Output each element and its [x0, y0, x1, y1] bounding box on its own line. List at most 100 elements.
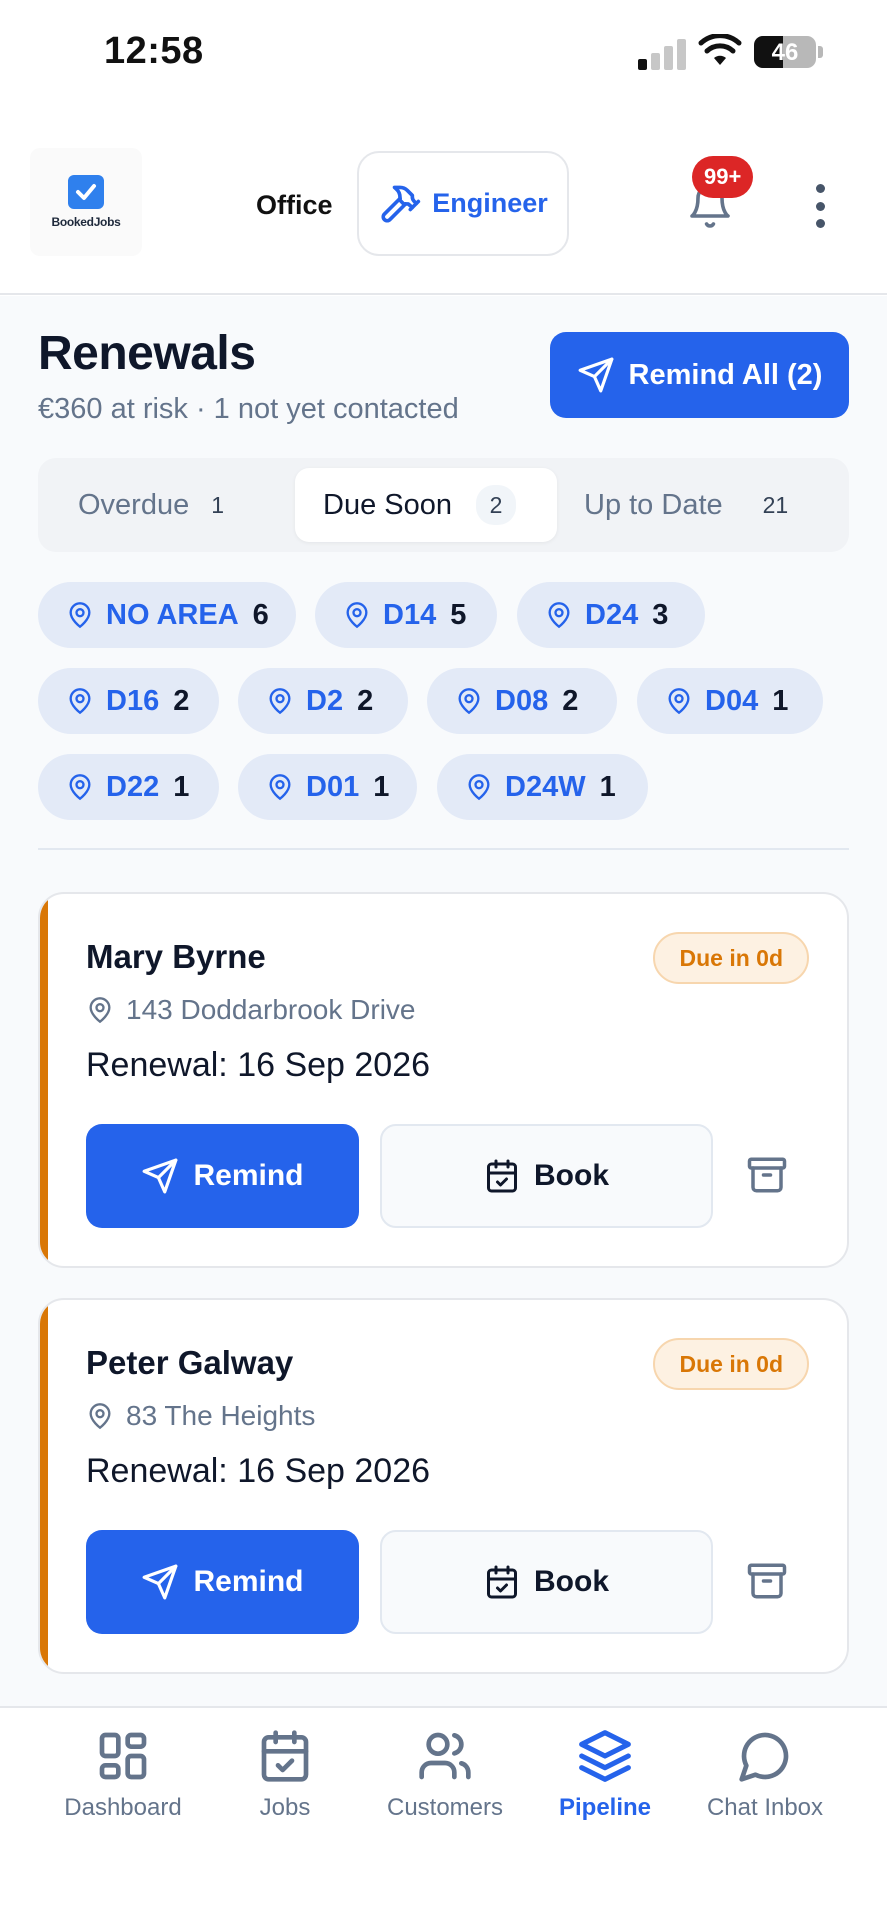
area-chip-d01[interactable]: D01 1: [238, 754, 417, 820]
area-label: NO AREA: [106, 598, 239, 631]
area-chip-d08[interactable]: D08 2: [427, 668, 617, 734]
renewal-card[interactable]: Peter Galway Due in 0d 83 The Heights Re…: [38, 1298, 849, 1674]
map-pin-icon: [269, 774, 291, 801]
mode-engineer-toggle[interactable]: Engineer: [357, 151, 569, 256]
map-pin-icon: [69, 774, 91, 801]
customer-name: Mary Byrne: [86, 938, 266, 975]
book-button[interactable]: Book: [380, 1530, 713, 1634]
status-time: 12:58: [104, 30, 204, 72]
area-chip-d22[interactable]: D22 1: [38, 754, 219, 820]
main-content: Renewals €360 at risk · 1 not yet contac…: [0, 296, 887, 1706]
remind-button[interactable]: Remind: [86, 1124, 359, 1228]
remind-all-label: Remind All (2): [628, 358, 823, 391]
battery-icon: 46: [754, 36, 816, 68]
send-icon: [143, 1564, 178, 1600]
nav-pipeline[interactable]: Pipeline: [525, 1728, 685, 1822]
calendar-check-icon: [487, 1159, 517, 1193]
nav-customers[interactable]: Customers: [365, 1728, 525, 1822]
nav-dashboard[interactable]: Dashboard: [43, 1728, 203, 1822]
tab-count: 2: [476, 485, 516, 525]
area-chip-d04[interactable]: D04 1: [637, 668, 823, 734]
area-count: 1: [173, 770, 190, 803]
remind-label: Remind: [193, 1565, 304, 1598]
area-label: D24W: [505, 770, 586, 803]
book-label: Book: [534, 1565, 609, 1598]
remind-button[interactable]: Remind: [86, 1530, 359, 1634]
customer-name: Peter Galway: [86, 1344, 294, 1381]
layers-icon: [579, 1730, 631, 1782]
bottom-nav: Dashboard Jobs Customers Pipeline Chat I…: [0, 1706, 887, 1920]
battery-tip: [818, 46, 823, 58]
mode-engineer-label: Engineer: [432, 188, 548, 218]
tab-label: Due Soon: [323, 488, 452, 521]
book-label: Book: [534, 1159, 609, 1192]
tab-up-to-date[interactable]: Up to Date 21: [584, 468, 788, 542]
map-pin-icon: [458, 688, 480, 715]
tab-count: 21: [762, 491, 789, 518]
area-chip-d14[interactable]: D14 5: [315, 582, 497, 648]
map-pin-icon: [468, 774, 490, 801]
page-title: Renewals: [38, 327, 256, 380]
map-pin-icon: [668, 688, 690, 715]
map-pin-icon: [69, 602, 91, 629]
nav-label: Pipeline: [558, 1794, 652, 1821]
customer-address: 143 Doddarbrook Drive: [86, 994, 416, 1026]
tab-label: Overdue: [78, 488, 190, 521]
map-pin-icon: [69, 688, 91, 715]
cellular-signal-icon: [638, 38, 686, 70]
due-badge: Due in 0d: [653, 932, 809, 984]
area-count: 3: [652, 598, 669, 631]
nav-label: Jobs: [259, 1794, 311, 1821]
due-badge: Due in 0d: [653, 1338, 809, 1390]
logo-text: BookedJobs: [51, 215, 121, 229]
address-text: 83 The Heights: [126, 1400, 316, 1431]
nav-label: Customers: [386, 1794, 504, 1821]
mode-office-toggle[interactable]: Office: [256, 190, 333, 221]
app-header: BookedJobs Office Engineer 99+: [0, 110, 887, 295]
area-chip-d24w[interactable]: D24W 1: [437, 754, 648, 820]
remind-label: Remind: [193, 1159, 304, 1192]
nav-chat-inbox[interactable]: Chat Inbox: [685, 1728, 845, 1822]
area-label: D22: [106, 770, 160, 803]
archive-icon[interactable]: [746, 1560, 788, 1602]
chat-bubble-icon: [739, 1732, 789, 1782]
area-chip-d2[interactable]: D2 2: [238, 668, 408, 734]
app-logo[interactable]: BookedJobs: [30, 148, 142, 256]
area-label: D08: [495, 684, 549, 717]
tab-due-soon[interactable]: Due Soon 2: [295, 468, 557, 542]
notification-badge: 99+: [692, 156, 754, 198]
archive-icon[interactable]: [746, 1154, 788, 1196]
calendar-check-icon: [261, 1730, 309, 1782]
users-icon: [419, 1732, 471, 1780]
area-count: 2: [562, 684, 579, 717]
area-chip-d16[interactable]: D16 2: [38, 668, 219, 734]
area-count: 1: [373, 770, 390, 803]
more-options-icon[interactable]: [810, 184, 830, 228]
map-pin-icon: [346, 602, 368, 629]
map-pin-icon: [269, 688, 291, 715]
map-pin-icon: [548, 602, 570, 629]
area-label: D2: [306, 684, 344, 717]
area-label: D24: [585, 598, 639, 631]
area-label: D01: [306, 770, 360, 803]
renewal-date: Renewal: 16 Sep 2026: [86, 1046, 431, 1084]
area-count: 6: [252, 598, 269, 631]
area-chip-no-area[interactable]: NO AREA 6: [38, 582, 296, 648]
renewal-date: Renewal: 16 Sep 2026: [86, 1452, 431, 1490]
remind-all-button[interactable]: Remind All (2): [550, 332, 849, 418]
map-pin-icon: [89, 1403, 111, 1430]
area-chip-d24[interactable]: D24 3: [517, 582, 705, 648]
send-icon: [578, 357, 613, 393]
book-button[interactable]: Book: [380, 1124, 713, 1228]
renewal-card[interactable]: Mary Byrne Due in 0d 143 Doddarbrook Dri…: [38, 892, 849, 1268]
nav-label: Dashboard: [64, 1794, 182, 1821]
dashboard-icon: [99, 1732, 147, 1780]
customer-address: 83 The Heights: [86, 1400, 315, 1432]
address-text: 143 Doddarbrook Drive: [126, 994, 416, 1025]
nav-label: Chat Inbox: [706, 1794, 824, 1821]
area-label: D14: [383, 598, 437, 631]
send-icon: [143, 1158, 178, 1194]
area-count: 1: [772, 684, 789, 717]
nav-jobs[interactable]: Jobs: [205, 1728, 365, 1822]
tab-overdue[interactable]: Overdue 1: [78, 468, 224, 542]
